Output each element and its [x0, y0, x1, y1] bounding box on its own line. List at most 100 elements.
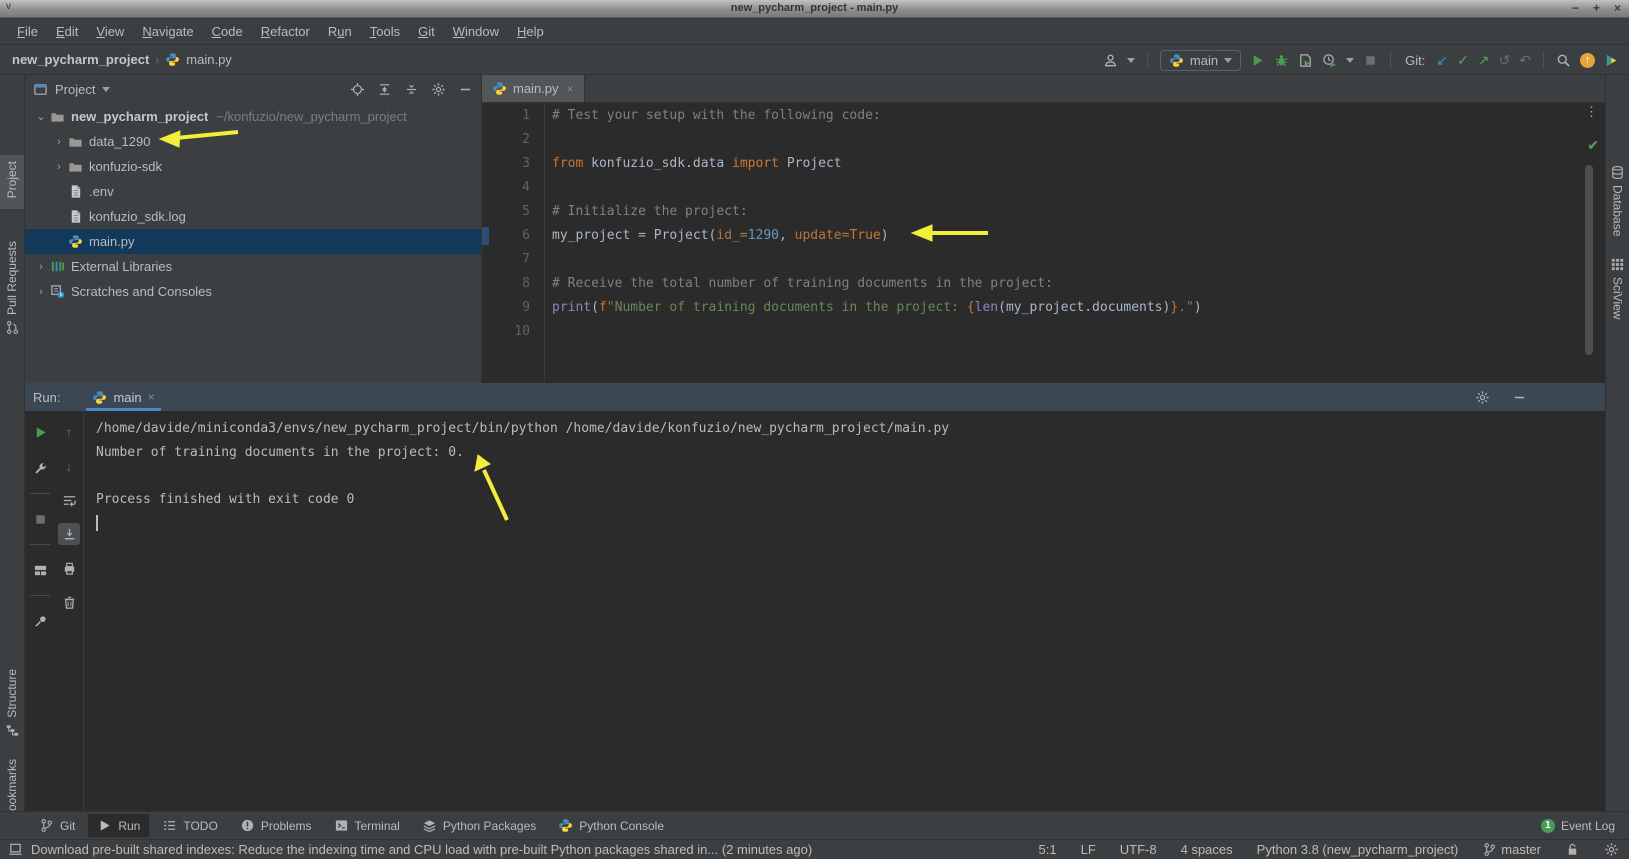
toolwindow-button-todo[interactable]: TODO: [153, 814, 226, 837]
tree-item-external-libraries[interactable]: ›External Libraries: [25, 254, 481, 279]
profiler-button[interactable]: [1322, 53, 1337, 68]
tree-item-konfuzio-sdk-log[interactable]: konfuzio_sdk.log: [25, 204, 481, 229]
code-line-1[interactable]: # Test your setup with the following cod…: [552, 104, 1583, 128]
stripe-tab-database[interactable]: Database: [1606, 159, 1629, 242]
toolwindow-button-python-packages[interactable]: Python Packages: [413, 814, 545, 837]
tree-item-konfuzio-sdk[interactable]: ›konfuzio-sdk: [25, 154, 481, 179]
search-everywhere-button[interactable]: [1556, 53, 1571, 68]
code-line-9[interactable]: print(f"Number of training documents in …: [552, 296, 1583, 320]
toolwindow-button-terminal[interactable]: Terminal: [325, 814, 409, 837]
tree-chevron-down-icon[interactable]: ⌄: [33, 110, 49, 123]
close-button[interactable]: ×: [1614, 0, 1621, 17]
breadcrumb-project[interactable]: new_pycharm_project: [12, 52, 149, 67]
tree-chevron-right-icon[interactable]: ›: [51, 136, 67, 148]
tab-close-icon[interactable]: ×: [567, 82, 574, 96]
code-line-2[interactable]: [552, 128, 1583, 152]
console-output[interactable]: /home/davide/miniconda3/envs/new_pycharm…: [96, 417, 1595, 807]
clear-console-button[interactable]: [62, 595, 77, 610]
run-panel-hide-button[interactable]: [1512, 390, 1527, 405]
menu-run[interactable]: Run: [319, 21, 361, 42]
breadcrumb-file[interactable]: main.py: [186, 52, 232, 67]
tree-item-scratches-and-consoles[interactable]: ›Scratches and Consoles: [25, 279, 481, 304]
menu-help[interactable]: Help: [508, 21, 553, 42]
git-commit-button[interactable]: ✓: [1457, 53, 1469, 67]
expand-all-button[interactable]: [377, 82, 392, 97]
soft-wrap-button[interactable]: [62, 493, 77, 508]
select-opened-file-button[interactable]: [350, 82, 365, 97]
git-update-button[interactable]: ↙: [1436, 53, 1448, 67]
rerun-button[interactable]: [33, 425, 48, 440]
menu-git[interactable]: Git: [409, 21, 444, 42]
code-line-10[interactable]: [552, 320, 1583, 344]
code-with-me-icon[interactable]: [1604, 53, 1619, 68]
stripe-tab-project[interactable]: Project: [0, 155, 24, 209]
code-line-4[interactable]: [552, 176, 1583, 200]
tree-item-new-pycharm-project[interactable]: ⌄new_pycharm_project~/konfuzio/new_pycha…: [25, 104, 481, 129]
editor-body[interactable]: 12345678910 # Test your setup with the f…: [482, 104, 1605, 383]
run-button[interactable]: [1250, 53, 1265, 68]
edit-run-configuration-button[interactable]: [33, 461, 48, 476]
menu-tools[interactable]: Tools: [361, 21, 409, 42]
user-dropdown-chevron-icon[interactable]: [1127, 58, 1135, 63]
editor-scrollbar[interactable]: [1585, 165, 1593, 355]
tree-item--env[interactable]: .env: [25, 179, 481, 204]
maximize-button[interactable]: +: [1593, 0, 1600, 17]
file-encoding[interactable]: UTF-8: [1120, 842, 1157, 857]
caret-position[interactable]: 5:1: [1039, 842, 1057, 857]
indexing-settings-icon[interactable]: [1604, 842, 1619, 857]
print-console-button[interactable]: [62, 561, 77, 576]
toolwindow-button-git[interactable]: Git: [30, 814, 84, 837]
code-area[interactable]: # Test your setup with the following cod…: [552, 104, 1583, 383]
panel-settings-button[interactable]: [431, 82, 446, 97]
collapse-all-button[interactable]: [404, 82, 419, 97]
toolwindow-button-problems[interactable]: Problems: [231, 814, 321, 837]
stripe-tab-pull-requests[interactable]: Pull Requests: [0, 235, 24, 341]
code-line-3[interactable]: from konfuzio_sdk.data import Project: [552, 152, 1583, 176]
menu-edit[interactable]: Edit: [47, 21, 87, 42]
status-message-text[interactable]: Download pre-built shared indexes: Reduc…: [31, 842, 812, 857]
menu-file[interactable]: File: [8, 21, 47, 42]
line-ending[interactable]: LF: [1081, 842, 1096, 857]
menu-refactor[interactable]: Refactor: [252, 21, 319, 42]
toolwindow-button-python-console[interactable]: Python Console: [549, 814, 673, 837]
tree-chevron-right-icon[interactable]: ›: [33, 286, 49, 298]
menu-view[interactable]: View: [87, 21, 133, 42]
stripe-tab-sciview[interactable]: SciView: [1606, 251, 1629, 325]
tree-item-data-1290[interactable]: ›data_1290: [25, 129, 481, 154]
pin-tab-button[interactable]: [33, 614, 48, 629]
run-configuration-select[interactable]: main: [1160, 50, 1241, 71]
git-branch-widget[interactable]: master: [1482, 842, 1541, 857]
event-log-button[interactable]: 1 Event Log: [1541, 819, 1615, 833]
project-view-chevron-icon[interactable]: [102, 87, 110, 92]
status-message[interactable]: Download pre-built shared indexes: Reduc…: [8, 842, 812, 857]
run-panel-settings-button[interactable]: [1475, 390, 1490, 405]
tree-chevron-right-icon[interactable]: ›: [51, 161, 67, 173]
run-tab-main[interactable]: main ×: [86, 383, 160, 411]
minimize-button[interactable]: −: [1572, 0, 1579, 17]
python-interpreter[interactable]: Python 3.8 (new_pycharm_project): [1257, 842, 1459, 857]
debug-button[interactable]: [1274, 53, 1289, 68]
hide-panel-button[interactable]: [458, 82, 473, 97]
menu-window[interactable]: Window: [444, 21, 508, 42]
editor-tab-main-py[interactable]: main.py ×: [482, 75, 585, 102]
run-tab-close-icon[interactable]: ×: [148, 390, 155, 404]
git-push-button[interactable]: ↗: [1478, 53, 1490, 67]
profiler-chevron-icon[interactable]: [1346, 58, 1354, 63]
menu-navigate[interactable]: Navigate: [133, 21, 202, 42]
run-with-coverage-button[interactable]: [1298, 53, 1313, 68]
indent-setting[interactable]: 4 spaces: [1181, 842, 1233, 857]
inspections-ok-check-icon[interactable]: ✔: [1587, 137, 1599, 154]
code-line-5[interactable]: # Initialize the project:: [552, 200, 1583, 224]
ide-update-badge[interactable]: ↑: [1580, 53, 1595, 68]
restore-layout-button[interactable]: [33, 563, 48, 578]
tree-item-main-py[interactable]: main.py: [25, 229, 481, 254]
readonly-lock-icon[interactable]: [1565, 842, 1580, 857]
editor-options-kebab-icon[interactable]: ⋮: [1585, 109, 1597, 114]
scroll-to-end-button[interactable]: [62, 527, 77, 542]
code-line-7[interactable]: [552, 248, 1583, 272]
code-line-6[interactable]: my_project = Project(id_=1290, update=Tr…: [552, 224, 1583, 248]
code-line-8[interactable]: # Receive the total number of training d…: [552, 272, 1583, 296]
tree-chevron-right-icon[interactable]: ›: [33, 261, 49, 273]
toolwindow-button-run[interactable]: Run: [88, 814, 149, 837]
stripe-tab-structure[interactable]: Structure: [0, 663, 24, 744]
